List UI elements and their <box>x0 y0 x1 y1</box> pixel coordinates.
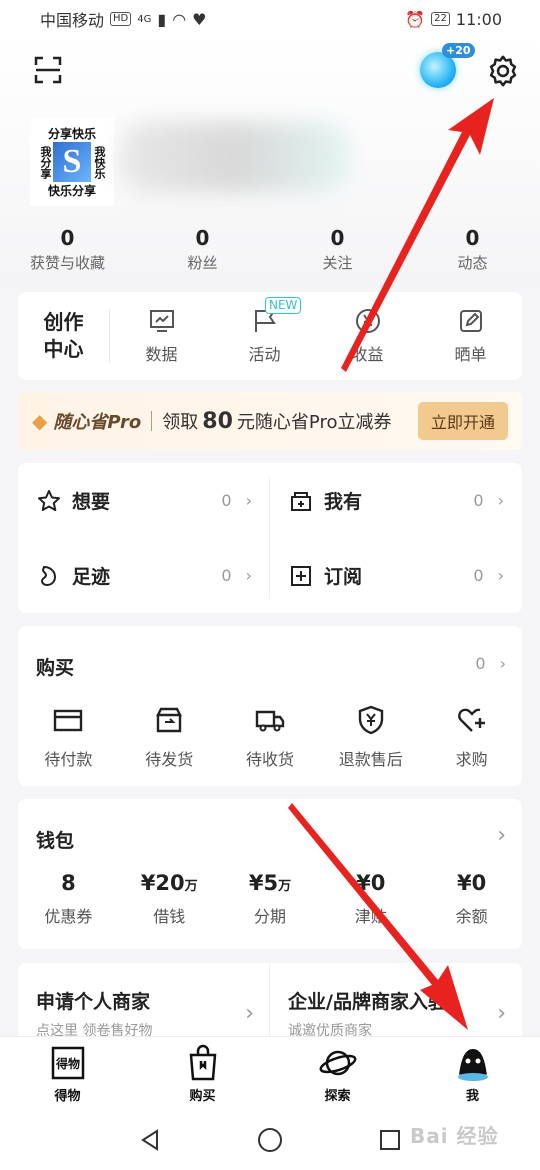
wallet-installment[interactable]: ¥5万 分期 <box>220 871 321 927</box>
star-icon <box>38 489 60 511</box>
promo-text-post: 元随心省Pro立减券 <box>236 412 392 433</box>
shield-yen-icon <box>358 705 383 735</box>
stat-posts[interactable]: 0 动态 <box>405 225 540 275</box>
signal-icon: ▮ <box>157 9 167 29</box>
heart-icon: ♥ <box>192 9 207 29</box>
brand-merchant-link[interactable]: 企业/品牌商家入驻 诚邀优质商家 › <box>270 987 522 1040</box>
stat-following[interactable]: 0 关注 <box>270 225 405 275</box>
wallet-link[interactable]: › <box>497 823 506 848</box>
subscribe-icon <box>291 565 311 586</box>
yen-icon <box>355 309 380 333</box>
avatar[interactable]: 分享快乐 我分享 S 我快乐 快乐分享 <box>30 118 114 206</box>
personal-merchant-link[interactable]: 申请个人商家 点这里 领卷售好物 › <box>18 987 270 1040</box>
promo-banner[interactable]: ◆ 随心省Pro 领取 80 元随心省Pro立减券 立即开通 <box>18 392 522 450</box>
avatar-top-text: 分享快乐 <box>47 127 96 141</box>
creator-item-share[interactable]: 晒单 <box>419 307 522 365</box>
card-icon <box>54 709 83 732</box>
scan-icon[interactable] <box>34 56 62 84</box>
chevron-right-icon: › <box>497 1001 506 1026</box>
time-text: 11:00 <box>455 9 502 29</box>
wallet-allowance[interactable]: ¥0 津贴 <box>320 871 421 927</box>
collection-card: 想要 0 › 我有 0 › 足迹 0 › 订阅 0 › <box>18 463 522 613</box>
chevron-right-icon: › <box>245 491 252 510</box>
settings-gear-icon[interactable] <box>486 54 520 88</box>
carrier-text: 中国移动 <box>40 11 105 30</box>
avatar-letter: S <box>53 142 91 182</box>
subscribe-item[interactable]: 订阅 0 › <box>270 538 522 613</box>
creator-item-income[interactable]: 收益 <box>316 307 419 365</box>
blurred-username <box>120 122 350 192</box>
creator-center-title[interactable]: 创作中心 <box>18 309 110 363</box>
pending-receive-item[interactable]: 待收货 <box>220 704 321 770</box>
gem-badge: +20 <box>442 43 475 58</box>
owned-item[interactable]: 我有 0 › <box>270 463 522 538</box>
avatar-right-text: 我快乐 <box>93 145 106 179</box>
stat-fans[interactable]: 0 粉丝 <box>135 225 270 275</box>
heart-plus-icon <box>457 708 485 732</box>
chevron-right-icon: › <box>497 491 504 510</box>
promo-brand: 随心省Pro <box>53 412 142 433</box>
wallet-card: 钱包 › 8 优惠券 ¥20万 借钱 ¥5万 分期 ¥0 津贴 ¥0 余额 <box>18 799 522 949</box>
promo-text-pre: 领取 <box>162 412 199 433</box>
alarm-icon: ⏰ <box>405 9 426 29</box>
avatar-left-text: 我分享 <box>39 145 52 179</box>
dewu-logo-icon: 得物 <box>51 1046 84 1080</box>
footprint-icon <box>40 565 57 586</box>
creator-item-data[interactable]: 数据 <box>110 307 213 365</box>
wifi-icon: ◠ <box>172 9 187 29</box>
purchase-title: 购买 <box>36 657 75 679</box>
promo-open-button[interactable]: 立即开通 <box>417 402 508 440</box>
watermark: Bai 经验 <box>410 1124 499 1148</box>
wallet-balance[interactable]: ¥0 余额 <box>421 871 522 927</box>
tab-buy[interactable]: 购买 <box>135 1037 270 1110</box>
new-badge: NEW <box>265 297 302 314</box>
chevron-right-icon: › <box>245 566 252 585</box>
chevron-right-icon: › <box>497 566 504 585</box>
status-bar: 中国移动 HD 4G ▮ ◠ ♥ ⏰ 22 11:00 <box>0 0 540 38</box>
creator-item-activity[interactable]: NEW 活动 <box>213 297 316 365</box>
avatar-ghost-icon <box>457 1049 488 1081</box>
tab-me[interactable]: 我 <box>405 1037 540 1110</box>
tab-explore[interactable]: 探索 <box>270 1037 405 1110</box>
tab-dewu[interactable]: 得物 得物 <box>0 1037 135 1110</box>
bottom-tab-bar: 得物 得物 购买 探索 我 <box>0 1036 540 1110</box>
promo-divider <box>151 411 153 431</box>
pending-payment-item[interactable]: 待付款 <box>18 704 119 770</box>
purchase-card: 购买 0 › 待付款 待发货 待收货 退款售后 求购 <box>18 626 522 786</box>
home-icon[interactable] <box>257 1127 283 1153</box>
bag-icon <box>189 1044 216 1081</box>
creator-center-card: 创作中心 数据 NEW 活动 收益 晒单 <box>18 292 522 380</box>
pending-ship-item[interactable]: 待发货 <box>119 704 220 770</box>
want-to-buy-item[interactable]: 求购 <box>421 704 522 770</box>
refund-item[interactable]: 退款售后 <box>320 704 421 770</box>
recents-icon[interactable] <box>378 1128 402 1152</box>
battery-icon: 22 <box>431 12 450 26</box>
chevron-right-icon: › <box>245 1001 254 1026</box>
promo-amount: 80 <box>202 408 233 434</box>
box-icon <box>156 707 183 733</box>
network-text: 4G <box>137 13 152 25</box>
wallet-loan[interactable]: ¥20万 借钱 <box>119 871 220 927</box>
want-item[interactable]: 想要 0 › <box>18 463 270 538</box>
planet-icon <box>319 1050 356 1076</box>
footprint-item[interactable]: 足迹 0 › <box>18 538 270 613</box>
avatar-bottom-text: 快乐分享 <box>47 184 96 198</box>
chevron-right-icon: › <box>499 654 506 673</box>
stats-row: 0 获赞与收藏 0 粉丝 0 关注 0 动态 <box>0 225 540 275</box>
back-icon[interactable] <box>138 1128 162 1152</box>
stat-likes[interactable]: 0 获赞与收藏 <box>0 225 135 275</box>
purchase-all-link[interactable]: 0 › <box>475 654 506 673</box>
svg-text:得物: 得物 <box>54 1056 79 1071</box>
edit-icon <box>459 310 482 332</box>
merchant-card: 申请个人商家 点这里 领卷售好物 › 企业/品牌商家入驻 诚邀优质商家 › <box>18 963 522 1043</box>
owned-icon <box>291 491 311 511</box>
chevron-right-icon: › <box>497 823 506 848</box>
wallet-title: 钱包 <box>36 830 75 852</box>
truck-icon <box>255 710 285 732</box>
promo-logo-icon: ◆ <box>32 409 48 433</box>
chart-icon <box>149 310 174 332</box>
hd-badge: HD <box>110 12 132 26</box>
wallet-coupons[interactable]: 8 优惠券 <box>18 871 119 927</box>
